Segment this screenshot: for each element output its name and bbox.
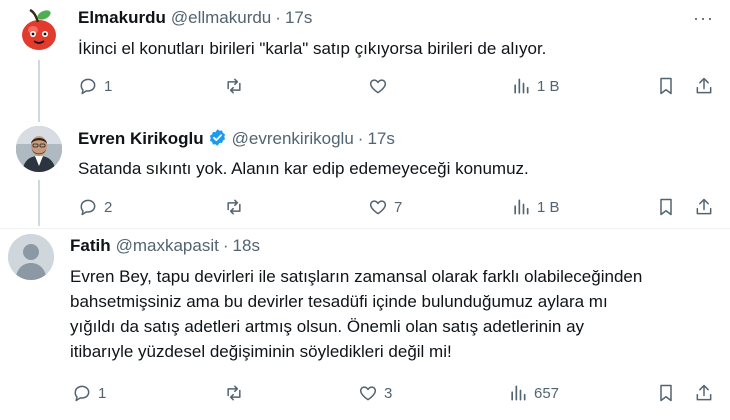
retweet-button[interactable] [224,76,250,96]
bookmark-button[interactable] [656,197,676,217]
reply-count: 2 [104,198,113,216]
avatar[interactable] [8,234,54,280]
reply-button[interactable]: 1 [78,76,112,96]
retweet-button[interactable] [224,197,250,217]
separator-dot: · [275,8,281,27]
timestamp[interactable]: 17s [285,8,312,27]
person-avatar-icon [16,126,62,172]
reply-count: 1 [104,77,113,95]
share-icon [696,77,712,94]
timestamp[interactable]: 17s [367,129,394,148]
separator-dot: · [222,236,229,255]
display-name[interactable]: Fatih [70,236,111,255]
retweet-icon [227,385,241,401]
share-icon [696,198,712,215]
tweet-text: Evren Bey, tapu devirleri ile satışların… [70,264,710,364]
views-count: 657 [534,384,560,402]
share-button[interactable] [694,197,714,217]
display-name[interactable]: Evren Kirikoglu [78,129,204,148]
bookmark-button[interactable] [656,383,676,403]
thread-line [38,60,40,122]
tweet-text-line: bahsetmişsiniz ama bu devirler tesadüfi … [70,292,608,311]
like-icon [369,200,387,215]
default-avatar-icon [8,234,54,280]
avatar[interactable] [16,126,62,172]
thread-line [38,180,40,226]
tweet-header: Evren Kirikoglu @evrenkirikoglu · 17s [78,128,395,149]
views-icon [514,78,529,94]
share-icon [696,384,712,401]
like-button[interactable]: 7 [368,197,402,217]
tweet-actions: 1 1 B [78,76,716,98]
tweet-header: Elmakurdu @ellmakurdu · 17s [78,8,312,28]
like-button[interactable] [368,76,394,96]
like-icon [369,79,387,94]
reply-count: 1 [98,384,107,402]
apple-avatar-icon [22,8,56,50]
display-name[interactable]: Elmakurdu [78,8,166,27]
tweet-text-line: Evren Bey, tapu devirleri ile satışların… [70,267,643,286]
reply-icon [80,199,96,216]
retweet-button[interactable] [224,383,250,403]
user-handle[interactable]: @evrenkirikoglu [232,129,354,148]
tweet-divider [0,228,730,229]
reply-icon [80,78,96,95]
reply-button[interactable]: 1 [72,383,106,403]
user-handle[interactable]: @maxkapasit [116,236,219,255]
bookmark-button[interactable] [656,76,676,96]
views-button[interactable]: 1 B [511,197,560,217]
like-count: 3 [384,384,393,402]
retweet-icon [227,78,241,94]
share-button[interactable] [694,76,714,96]
timestamp[interactable]: 18s [233,236,260,255]
tweet-actions: 1 3 657 [74,383,716,405]
share-button[interactable] [694,383,714,403]
tweet-text-line: itibarıyle yüzdesel değişiminin söyledik… [70,342,452,361]
tweet-header: Fatih @maxkapasit · 18s [70,236,260,256]
tweet-text: Satanda sıkıntı yok. Alanın kar edip ede… [78,159,529,178]
views-button[interactable]: 1 B [511,76,560,96]
views-icon [514,199,529,215]
like-button[interactable]: 3 [358,383,392,403]
views-count: 1 B [537,198,560,216]
tweet-text-line: yığıldı da satış adetleri artmış olsun. … [70,317,585,336]
reply-icon [74,385,90,402]
like-count: 7 [394,198,403,216]
views-count: 1 B [537,77,560,95]
retweet-icon [227,199,241,215]
bookmark-icon [660,384,672,402]
views-icon [511,385,526,401]
user-handle[interactable]: @ellmakurdu [171,8,271,27]
reply-button[interactable]: 2 [78,197,112,217]
verified-icon [209,129,225,146]
more-icon[interactable]: ··· [693,8,714,29]
tweet-actions: 2 7 1 B [78,197,716,219]
bookmark-icon [660,77,672,95]
bookmark-icon [660,198,672,216]
views-button[interactable]: 657 [508,383,559,403]
like-icon [359,386,377,401]
separator-dot: · [357,129,364,148]
tweet-text: İkinci el konutları birileri "karla" sat… [78,39,547,58]
avatar[interactable] [16,6,62,52]
